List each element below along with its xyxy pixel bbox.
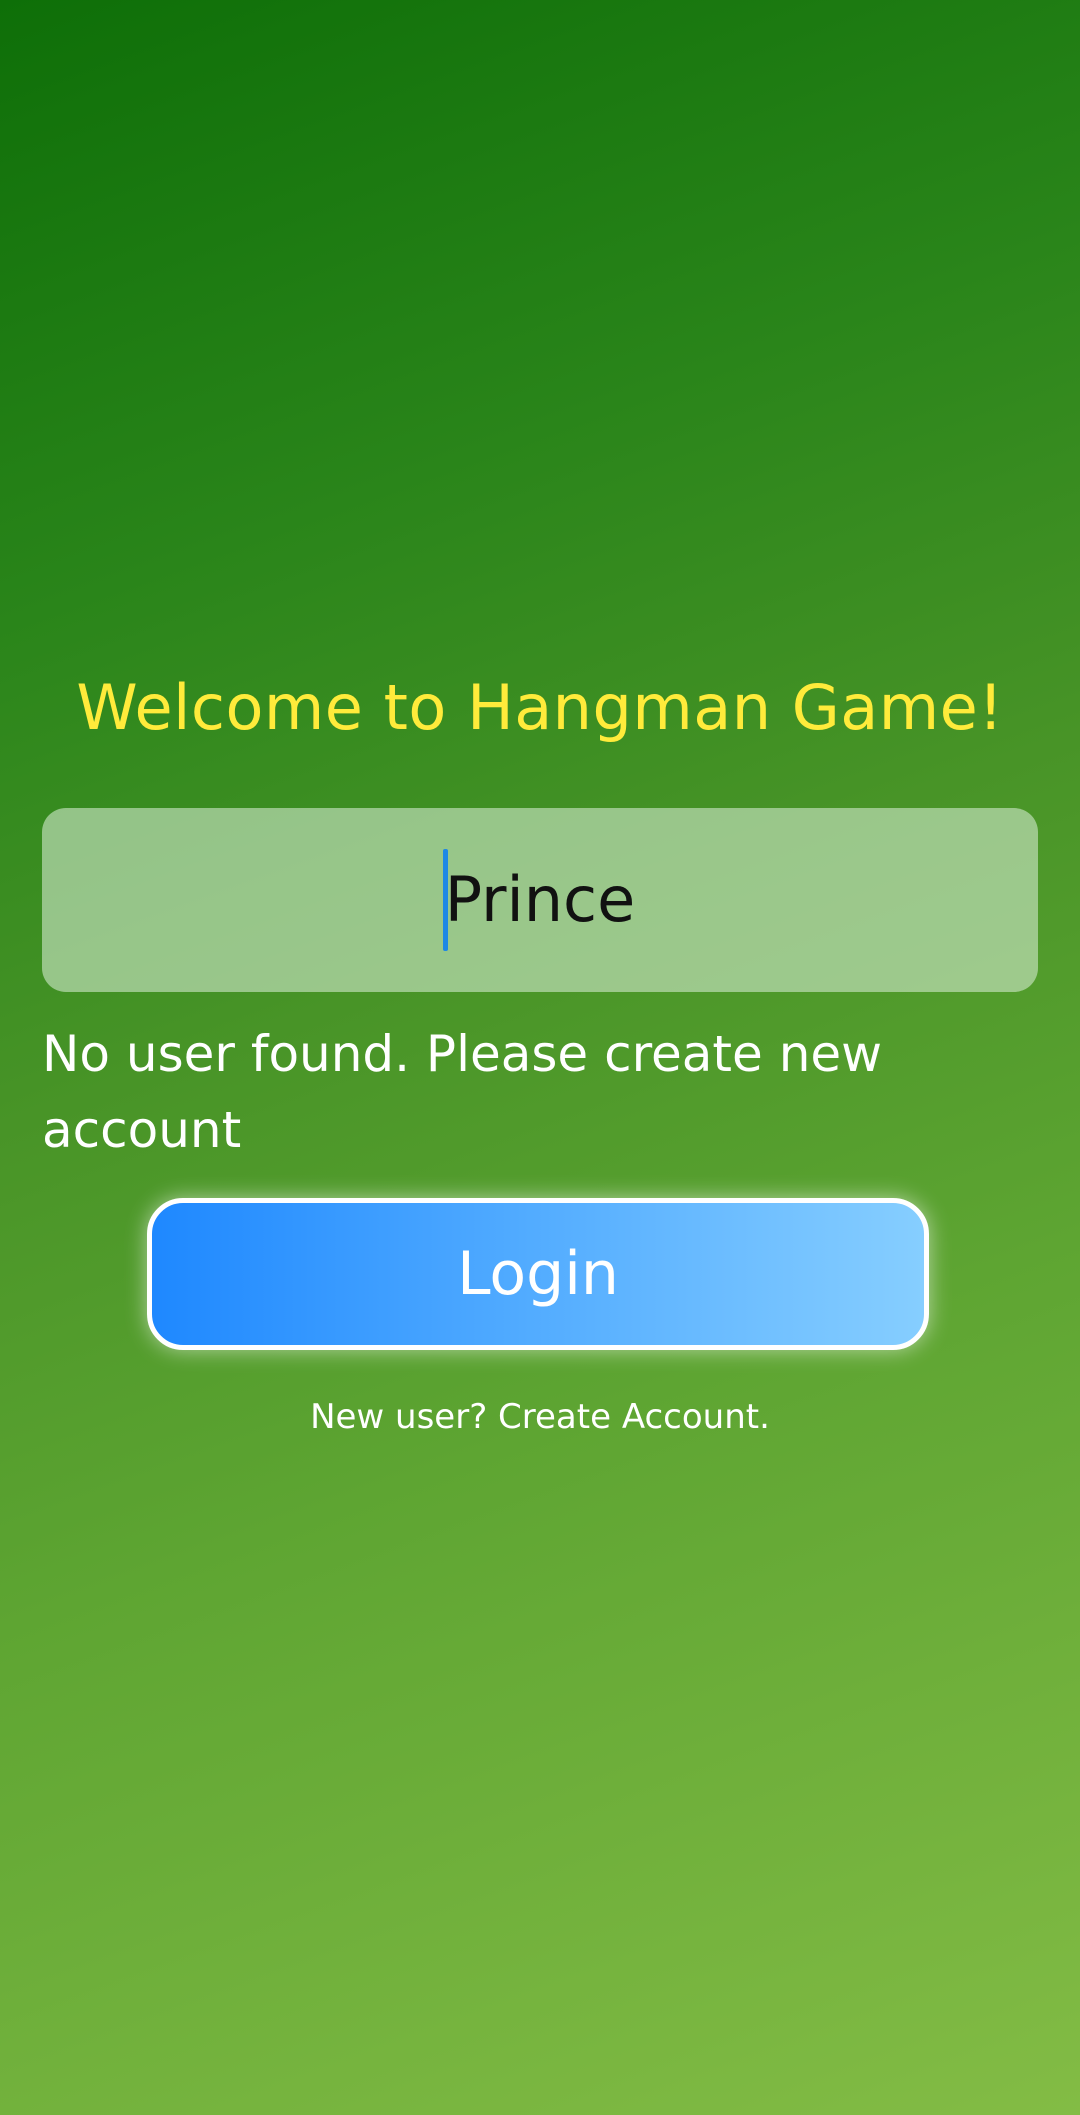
- login-button[interactable]: Login: [147, 1198, 929, 1350]
- text-caret: [442, 849, 448, 951]
- page-title: Welcome to Hangman Game!: [76, 671, 1004, 744]
- username-input-value: Prince: [442, 849, 636, 951]
- error-message: No user found. Please create new account: [42, 1025, 883, 1159]
- login-button-label: Login: [457, 1239, 619, 1309]
- login-screen: Welcome to Hangman Game! Prince No user …: [0, 0, 1080, 2115]
- create-account-link[interactable]: New user? Create Account.: [0, 1392, 1080, 1442]
- username-input[interactable]: Prince: [42, 808, 1038, 992]
- username-text: Prince: [444, 863, 636, 936]
